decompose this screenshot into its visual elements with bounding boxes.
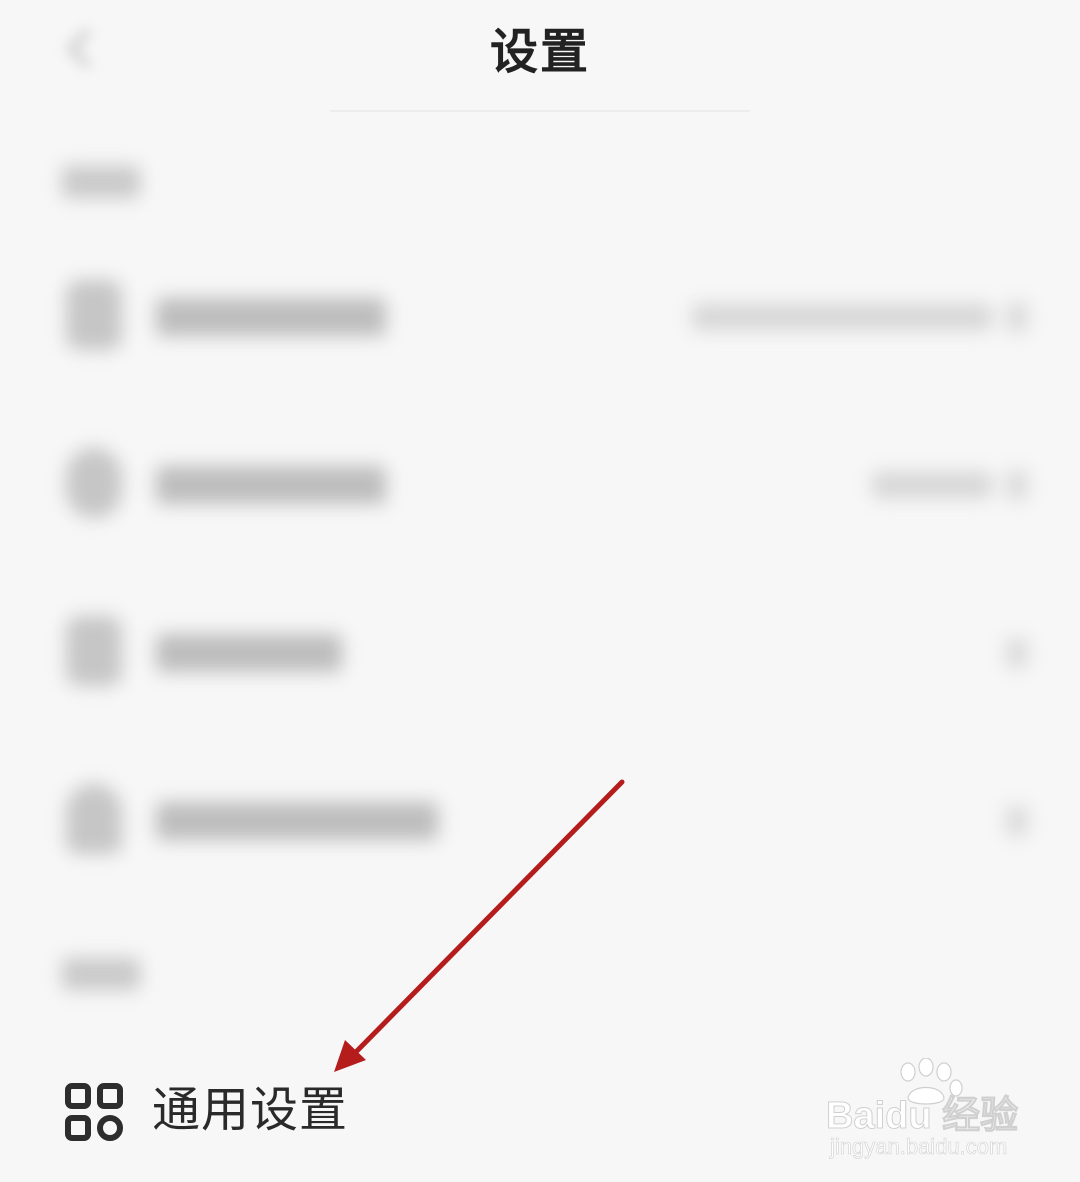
section-header	[62, 958, 140, 990]
chevron-right-icon	[1006, 470, 1028, 500]
row-title	[156, 466, 386, 504]
row-title	[156, 634, 342, 672]
grid-apps-icon	[65, 1083, 123, 1141]
header-divider	[330, 110, 750, 112]
app-header: 设置	[0, 0, 1080, 112]
general-settings-item[interactable]: 通用设置	[0, 1050, 1080, 1170]
row-title	[156, 298, 386, 336]
row-icon	[66, 784, 122, 854]
row-value	[692, 304, 992, 330]
general-settings-label: 通用设置	[152, 1082, 349, 1138]
settings-page: 设置 通用设置 Baidu 经验 jingyan.baidu.com	[0, 0, 1080, 1182]
section-header	[62, 166, 140, 198]
row-icon	[66, 280, 122, 350]
row-icon	[66, 448, 122, 518]
chevron-right-icon	[1006, 806, 1028, 836]
row-value	[872, 472, 992, 498]
page-title: 设置	[489, 24, 590, 80]
pointer-arrow	[334, 779, 625, 1072]
list-item[interactable]	[0, 430, 1080, 540]
chevron-right-icon	[1006, 302, 1028, 332]
list-item[interactable]	[0, 766, 1080, 876]
chevron-right-icon	[1006, 638, 1028, 668]
row-title	[156, 802, 438, 840]
row-icon	[66, 616, 122, 686]
list-item[interactable]	[0, 598, 1080, 708]
list-item[interactable]	[0, 262, 1080, 372]
